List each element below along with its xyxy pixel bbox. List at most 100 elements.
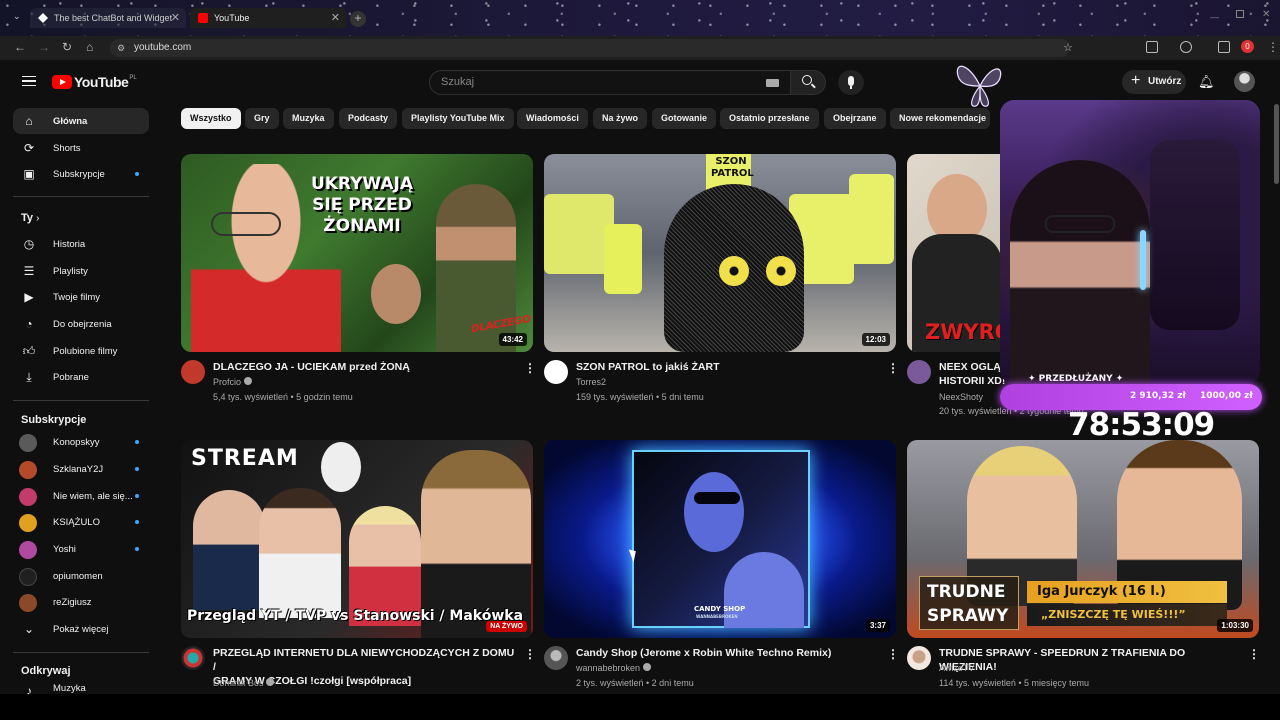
video-thumbnail[interactable]: CANDY SHOP WANNABEBROKEN 3:37 [544, 440, 896, 638]
sidebar-show-more[interactable]: ⌄ Pokaż więcej [13, 616, 149, 642]
minimize-icon[interactable]: — [1210, 12, 1219, 22]
channel-avatar[interactable] [181, 360, 205, 384]
site-info-icon[interactable]: ⚙ [117, 39, 125, 57]
more-options-icon[interactable]: ⋮ [1248, 647, 1260, 661]
channel-name-text: wannabebroken [576, 663, 641, 673]
you-heading[interactable]: Ty › [21, 212, 39, 224]
chip-youtube-mix[interactable]: Playlisty YouTube Mix [402, 108, 514, 129]
account-avatar[interactable] [1234, 71, 1255, 92]
channel-name[interactable]: AwizoTV [939, 661, 974, 675]
sidebar-item-watch-later[interactable]: ◔ Do obejrzenia [13, 311, 149, 337]
sidebar-item-label: Pokaż więcej [53, 623, 109, 635]
forward-icon[interactable]: → [38, 40, 50, 54]
back-icon[interactable]: ← [14, 40, 26, 54]
youtube-logo[interactable]: YouTube PL [52, 74, 137, 90]
sidebar-item-label: Muzyka [53, 683, 86, 694]
notifications-bell-icon[interactable]: 🔔︎ [1198, 74, 1215, 90]
channel-name[interactable]: NeexShoty [939, 390, 983, 404]
video-thumbnail[interactable]: STREAM Przegląd YT / TVP vs Stanowski / … [181, 440, 533, 638]
create-button[interactable]: Utwórz [1122, 69, 1186, 94]
liked-icon: 👍︎ [22, 343, 36, 358]
sidebar-item-subscriptions[interactable]: ▣ Subskrypcje [13, 161, 149, 187]
close-tab-icon[interactable]: ✕ [171, 11, 180, 24]
channel-avatar[interactable] [544, 360, 568, 384]
video-title[interactable]: Candy Shop (Jerome x Robin White Techno … [576, 646, 881, 660]
browser-tab-chatbot[interactable]: The best ChatBot and Widgets ✕ [30, 8, 186, 28]
channel-avatar[interactable] [907, 360, 931, 384]
voice-search-button[interactable] [838, 70, 864, 95]
close-tab-icon[interactable]: ✕ [331, 11, 340, 24]
video-thumbnail[interactable]: TRUDNE SPRAWY Iga Jurczyk (16 l.) „ZNISZ… [907, 440, 1259, 638]
restore-icon[interactable] [1236, 10, 1244, 18]
sidebar-item-playlists[interactable]: ☰ Playlisty [13, 258, 149, 284]
channel-name[interactable]: Dominik Bos [213, 676, 275, 690]
chip-new-recommendations[interactable]: Nowe rekomendacje [890, 108, 990, 129]
extension-badge[interactable]: 0 [1241, 40, 1254, 53]
more-options-icon[interactable]: ⋮ [524, 361, 536, 375]
chip-news[interactable]: Wiadomości [517, 108, 588, 129]
chip-watched[interactable]: Obejrzane [824, 108, 886, 129]
chatbot-favicon-icon [38, 13, 48, 23]
new-tab-button[interactable]: + [350, 11, 366, 27]
sidebar-sub-yoshi[interactable]: Yoshi [13, 536, 149, 562]
close-window-icon[interactable]: ✕ [1262, 9, 1270, 20]
hamburger-menu-icon[interactable] [22, 76, 36, 86]
chip-games[interactable]: Gry [245, 108, 279, 129]
extension-menu-icon[interactable] [1218, 41, 1230, 53]
browser-tab-youtube[interactable]: YouTube ✕ [190, 8, 346, 28]
extensions-icon[interactable] [1146, 41, 1158, 53]
sidebar-item-music[interactable]: ♪ Muzyka [13, 682, 149, 694]
more-options-icon[interactable]: ⋮ [524, 647, 536, 661]
keyboard-icon[interactable] [766, 79, 779, 87]
page-scrollbar[interactable] [1274, 104, 1279, 184]
chip-music[interactable]: Muzyka [283, 108, 334, 129]
channel-avatar[interactable] [907, 646, 931, 670]
chip-podcasts[interactable]: Podcasty [339, 108, 398, 129]
chip-recently-uploaded[interactable]: Ostatnio przesłane [720, 108, 819, 129]
sidebar-item-shorts[interactable]: ⟳ Shorts [13, 135, 149, 161]
extension-puzzle-icon[interactable] [1180, 41, 1192, 53]
channel-name[interactable]: Torres2 [576, 375, 606, 389]
live-badge: NA ŻYWO [486, 621, 527, 632]
more-options-icon[interactable]: ⋮ [887, 647, 899, 661]
video-title[interactable]: SZON PATROL to jakiś ŻART [576, 360, 876, 374]
chip-cooking[interactable]: Gotowanie [652, 108, 717, 129]
tab-list-chevron-icon[interactable]: ⌄ [13, 11, 21, 22]
sidebar-item-your-videos[interactable]: ▶ Twoje filmy [13, 284, 149, 310]
sidebar-item-label: Playlisty [53, 265, 88, 277]
chip-live[interactable]: Na żywo [593, 108, 648, 129]
chip-all[interactable]: Wszystko [181, 108, 241, 129]
video-thumbnail[interactable]: SZON PATROL 12:03 [544, 154, 896, 352]
browser-menu-icon[interactable]: ⋮ [1267, 40, 1279, 54]
search-button[interactable] [790, 70, 826, 95]
new-content-dot [135, 520, 139, 524]
sidebar-sub-ksiazulo[interactable]: KSIĄŻULO [13, 509, 149, 535]
sidebar-sub-nie-wiem[interactable]: Nie wiem, ale się... [13, 483, 149, 509]
channel-name[interactable]: wannabebroken [576, 661, 651, 675]
video-title[interactable]: DLACZEGO JA - UCIEKAM przed ŻONĄ [213, 360, 513, 374]
home-browser-icon[interactable]: ⌂ [86, 40, 93, 54]
sidebar-item-label: opiumomen [53, 570, 103, 582]
bookmark-star-icon[interactable]: ☆ [1063, 39, 1073, 57]
sidebar-item-downloads[interactable]: ⤓ Pobrane [13, 364, 149, 390]
video-title[interactable]: TRUDNE SPRAWY - SPEEDRUN Z TRAFIENIA DO … [939, 646, 1244, 674]
sidebar-sub-opiumomen[interactable]: opiumomen [13, 563, 149, 589]
sidebar-item-liked[interactable]: 👍︎ Polubione filmy [13, 338, 149, 364]
sidebar-item-home[interactable]: ⌂ Główna [13, 108, 149, 134]
url-bar[interactable]: ⚙ youtube.com ☆ [110, 39, 1073, 57]
sidebar-sub-rezigiusz[interactable]: reZigiusz [13, 589, 149, 615]
channel-avatar[interactable] [181, 646, 205, 670]
sidebar-sub-szklanay2j[interactable]: SzklanaY2J [13, 456, 149, 482]
more-options-icon[interactable]: ⋮ [887, 361, 899, 375]
search-input[interactable]: Szukaj [429, 70, 791, 95]
microphone-icon [848, 76, 854, 86]
channel-avatar[interactable] [544, 646, 568, 670]
channel-name[interactable]: Profcio [213, 375, 252, 389]
thumbnail-subcaption: WANNABEBROKEN [696, 614, 738, 619]
reload-icon[interactable]: ↻ [62, 40, 72, 54]
video-thumbnail[interactable]: UKRYWAJĄ SIĘ PRZED ŻONAMI DLACZEGO 43:42 [181, 154, 533, 352]
taskbar-strip [0, 694, 1280, 720]
sidebar-sub-konopskyy[interactable]: Konopskyy [13, 429, 149, 455]
sidebar-item-history[interactable]: ◷ Historia [13, 231, 149, 257]
new-content-dot [135, 172, 139, 176]
